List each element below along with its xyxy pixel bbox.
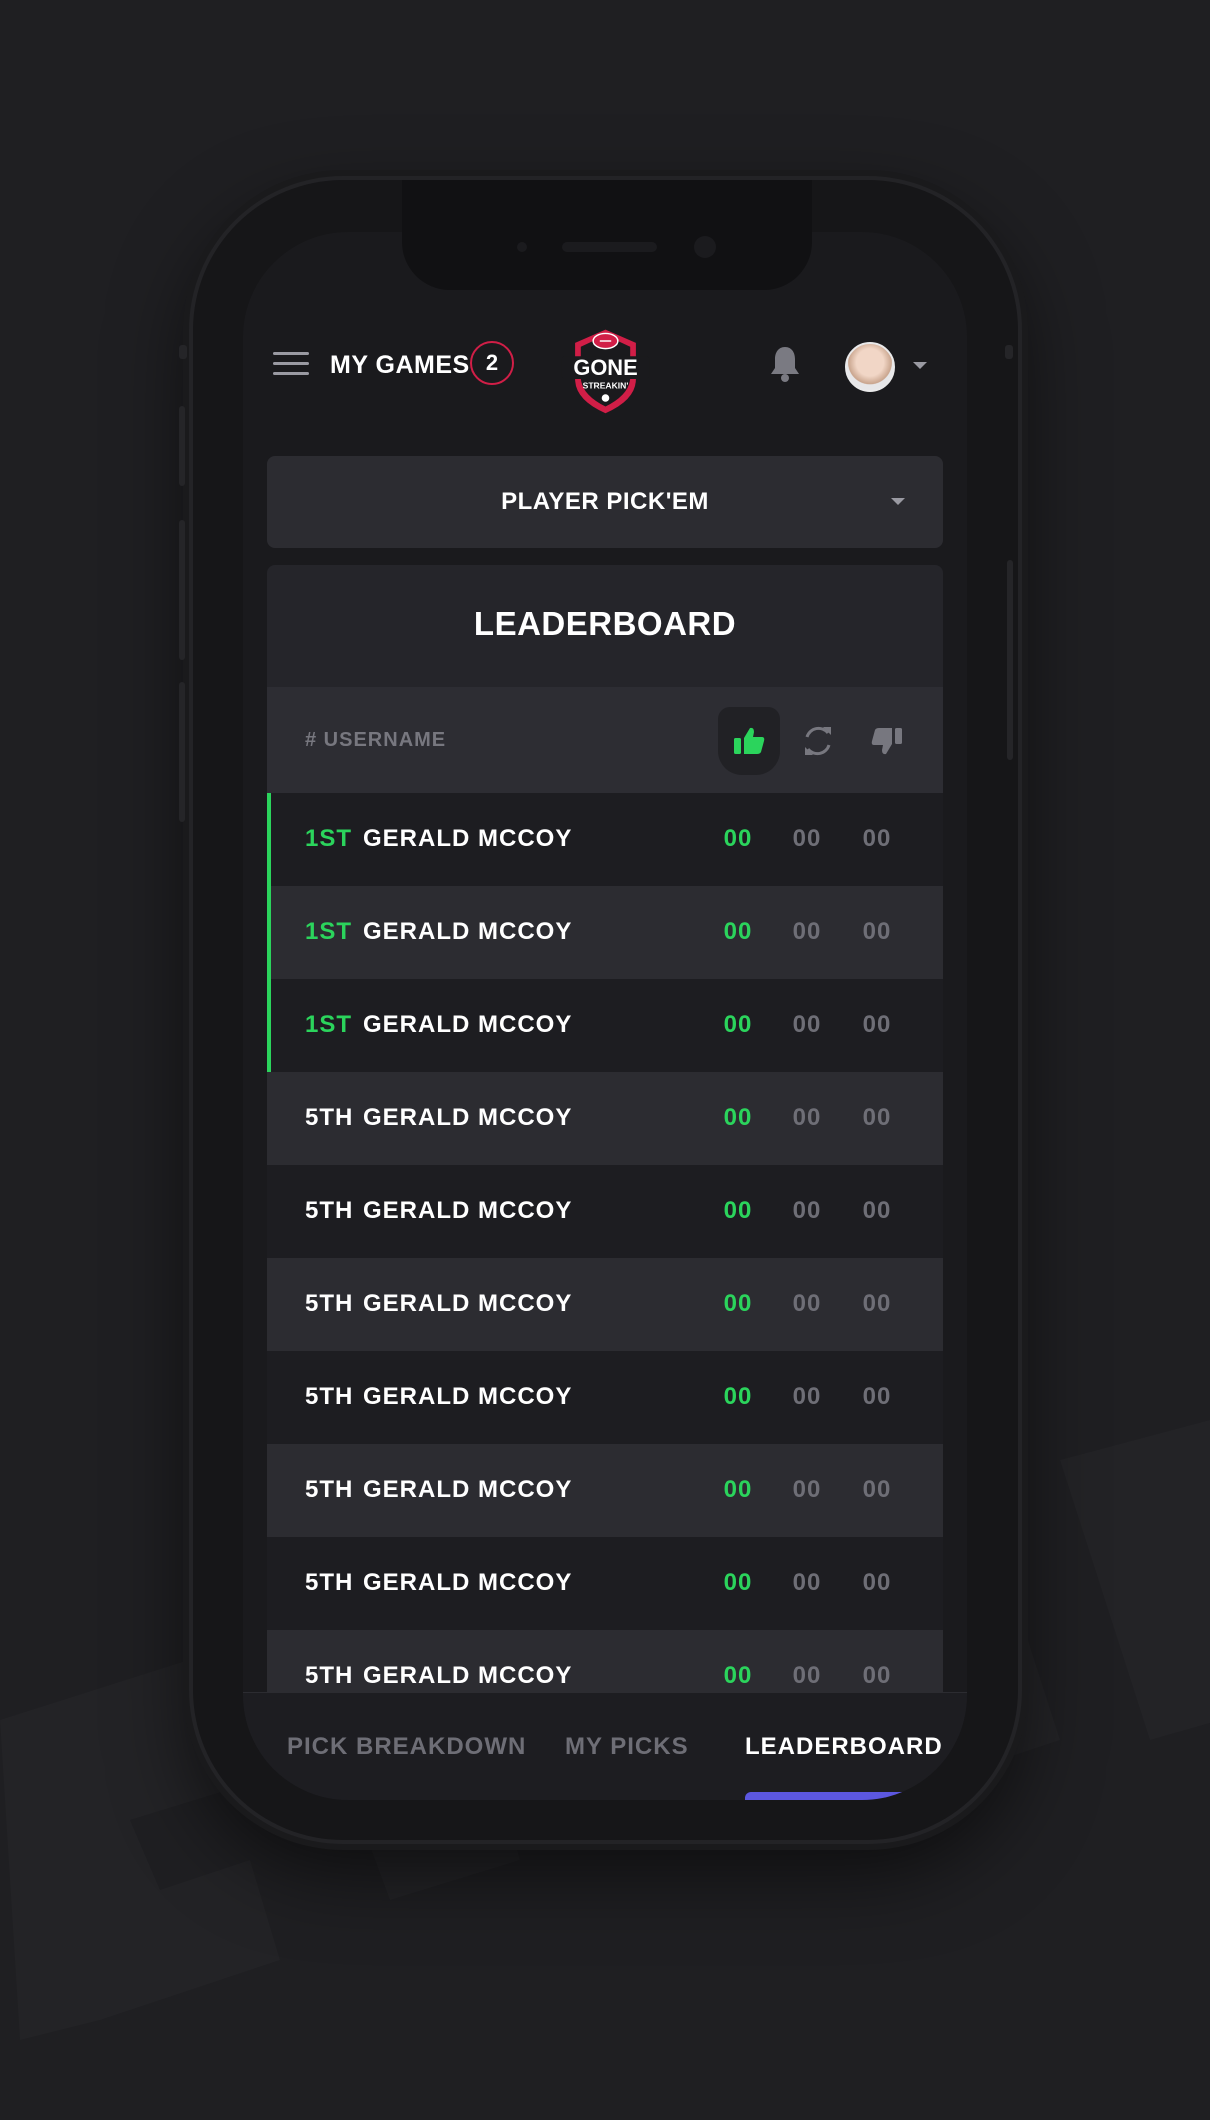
leaderboard-row[interactable]: 5TH GERALD MCCOY 00 00 00	[267, 1444, 943, 1537]
leaderboard-title: LEADERBOARD	[473, 605, 737, 642]
row-losses: 00	[862, 1383, 892, 1410]
bell-icon[interactable]	[768, 344, 802, 384]
leaderboard-row[interactable]: 5TH GERALD MCCOY 00 00 00	[267, 1072, 943, 1165]
top-rank-accent	[267, 793, 271, 886]
row-rank: 5TH	[305, 1476, 354, 1503]
row-losses: 00	[862, 1290, 892, 1317]
row-losses: 00	[862, 1011, 892, 1038]
row-rank: 1ST	[305, 825, 353, 852]
row-pushes: 00	[792, 1011, 822, 1038]
row-username: GERALD MCCOY	[363, 1011, 573, 1038]
row-username: GERALD MCCOY	[363, 1476, 573, 1503]
row-username: GERALD MCCOY	[363, 825, 573, 852]
row-rank: 5TH	[305, 1290, 354, 1317]
row-wins: 00	[723, 1662, 753, 1689]
chevron-down-icon[interactable]	[913, 362, 927, 369]
active-tab-indicator	[745, 1792, 920, 1800]
leaderboard-row[interactable]: 5TH GERALD MCCOY 00 00 00	[267, 1165, 943, 1258]
top-rank-accent	[267, 886, 271, 979]
row-losses: 00	[862, 825, 892, 852]
leaderboard-row[interactable]: 5TH GERALD MCCOY 00 00 00	[267, 1537, 943, 1630]
my-games-count-badge[interactable]: 2	[470, 341, 514, 385]
tab-leaderboard[interactable]: LEADERBOARD	[745, 1733, 943, 1761]
menu-icon[interactable]	[273, 352, 309, 376]
row-rank: 5TH	[305, 1104, 354, 1131]
leaderboard-row[interactable]: 5TH GERALD MCCOY 00 00 00	[267, 1258, 943, 1351]
thumbs-up-icon[interactable]	[718, 707, 780, 775]
app-screen: MY GAMES 2 GONE STREAKIN' PLAYER PICK'EM	[243, 232, 967, 1800]
row-pushes: 00	[792, 1290, 822, 1317]
phone-notch	[402, 180, 812, 290]
row-rank: 1ST	[305, 1011, 353, 1038]
refresh-icon[interactable]	[787, 707, 849, 775]
game-mode-label: PLAYER PICK'EM	[501, 488, 709, 515]
row-pushes: 00	[792, 825, 822, 852]
row-rank: 5TH	[305, 1662, 354, 1689]
row-losses: 00	[862, 918, 892, 945]
avatar[interactable]	[845, 342, 895, 392]
row-wins: 00	[723, 1383, 753, 1410]
row-pushes: 00	[792, 1569, 822, 1596]
row-wins: 00	[723, 1197, 753, 1224]
row-username: GERALD MCCOY	[363, 1383, 573, 1410]
row-username: GERALD MCCOY	[363, 1104, 573, 1131]
row-username: GERALD MCCOY	[363, 918, 573, 945]
leaderboard-row[interactable]: 1ST GERALD MCCOY 00 00 00	[267, 793, 943, 886]
svg-text:STREAKIN': STREAKIN'	[583, 381, 629, 391]
row-username: GERALD MCCOY	[363, 1197, 573, 1224]
row-rank: 5TH	[305, 1197, 354, 1224]
row-rank: 5TH	[305, 1383, 354, 1410]
row-wins: 00	[723, 1569, 753, 1596]
leaderboard-card: LEADERBOARD # USERNAME 1ST GERALD MCCOY …	[267, 565, 943, 1745]
row-wins: 00	[723, 1104, 753, 1131]
row-losses: 00	[862, 1569, 892, 1596]
bottom-tab-bar: PICK BREAKDOWN MY PICKS LEADERBOARD	[243, 1692, 967, 1800]
row-rank: 1ST	[305, 918, 353, 945]
row-losses: 00	[862, 1662, 892, 1689]
row-losses: 00	[862, 1197, 892, 1224]
tab-my-picks[interactable]: MY PICKS	[565, 1733, 689, 1761]
row-rank: 5TH	[305, 1569, 354, 1596]
row-pushes: 00	[792, 918, 822, 945]
top-rank-accent	[267, 979, 271, 1072]
username-column-label: # USERNAME	[305, 729, 447, 751]
game-mode-select[interactable]: PLAYER PICK'EM	[267, 456, 943, 548]
row-username: GERALD MCCOY	[363, 1290, 573, 1317]
row-wins: 00	[723, 1290, 753, 1317]
row-losses: 00	[862, 1104, 892, 1131]
svg-text:GONE: GONE	[573, 355, 637, 380]
row-wins: 00	[723, 1476, 753, 1503]
row-pushes: 00	[792, 1104, 822, 1131]
row-wins: 00	[723, 1011, 753, 1038]
leaderboard-row[interactable]: 1ST GERALD MCCOY 00 00 00	[267, 886, 943, 979]
row-losses: 00	[862, 1476, 892, 1503]
thumbs-down-icon[interactable]	[856, 707, 918, 775]
chevron-down-icon	[891, 498, 905, 505]
row-wins: 00	[723, 825, 753, 852]
row-pushes: 00	[792, 1197, 822, 1224]
gone-streakin-logo: GONE STREAKIN'	[561, 329, 650, 414]
row-username: GERALD MCCOY	[363, 1569, 573, 1596]
tab-pick-breakdown[interactable]: PICK BREAKDOWN	[287, 1733, 526, 1761]
row-pushes: 00	[792, 1476, 822, 1503]
row-pushes: 00	[792, 1662, 822, 1689]
row-wins: 00	[723, 918, 753, 945]
row-username: GERALD MCCOY	[363, 1662, 573, 1689]
leaderboard-row[interactable]: 1ST GERALD MCCOY 00 00 00	[267, 979, 943, 1072]
leaderboard-row[interactable]: 5TH GERALD MCCOY 00 00 00	[267, 1351, 943, 1444]
phone-frame: MY GAMES 2 GONE STREAKIN' PLAYER PICK'EM	[179, 180, 1018, 1840]
leaderboard-column-header: # USERNAME	[267, 687, 943, 793]
row-pushes: 00	[792, 1383, 822, 1410]
my-games-label[interactable]: MY GAMES	[330, 351, 470, 380]
